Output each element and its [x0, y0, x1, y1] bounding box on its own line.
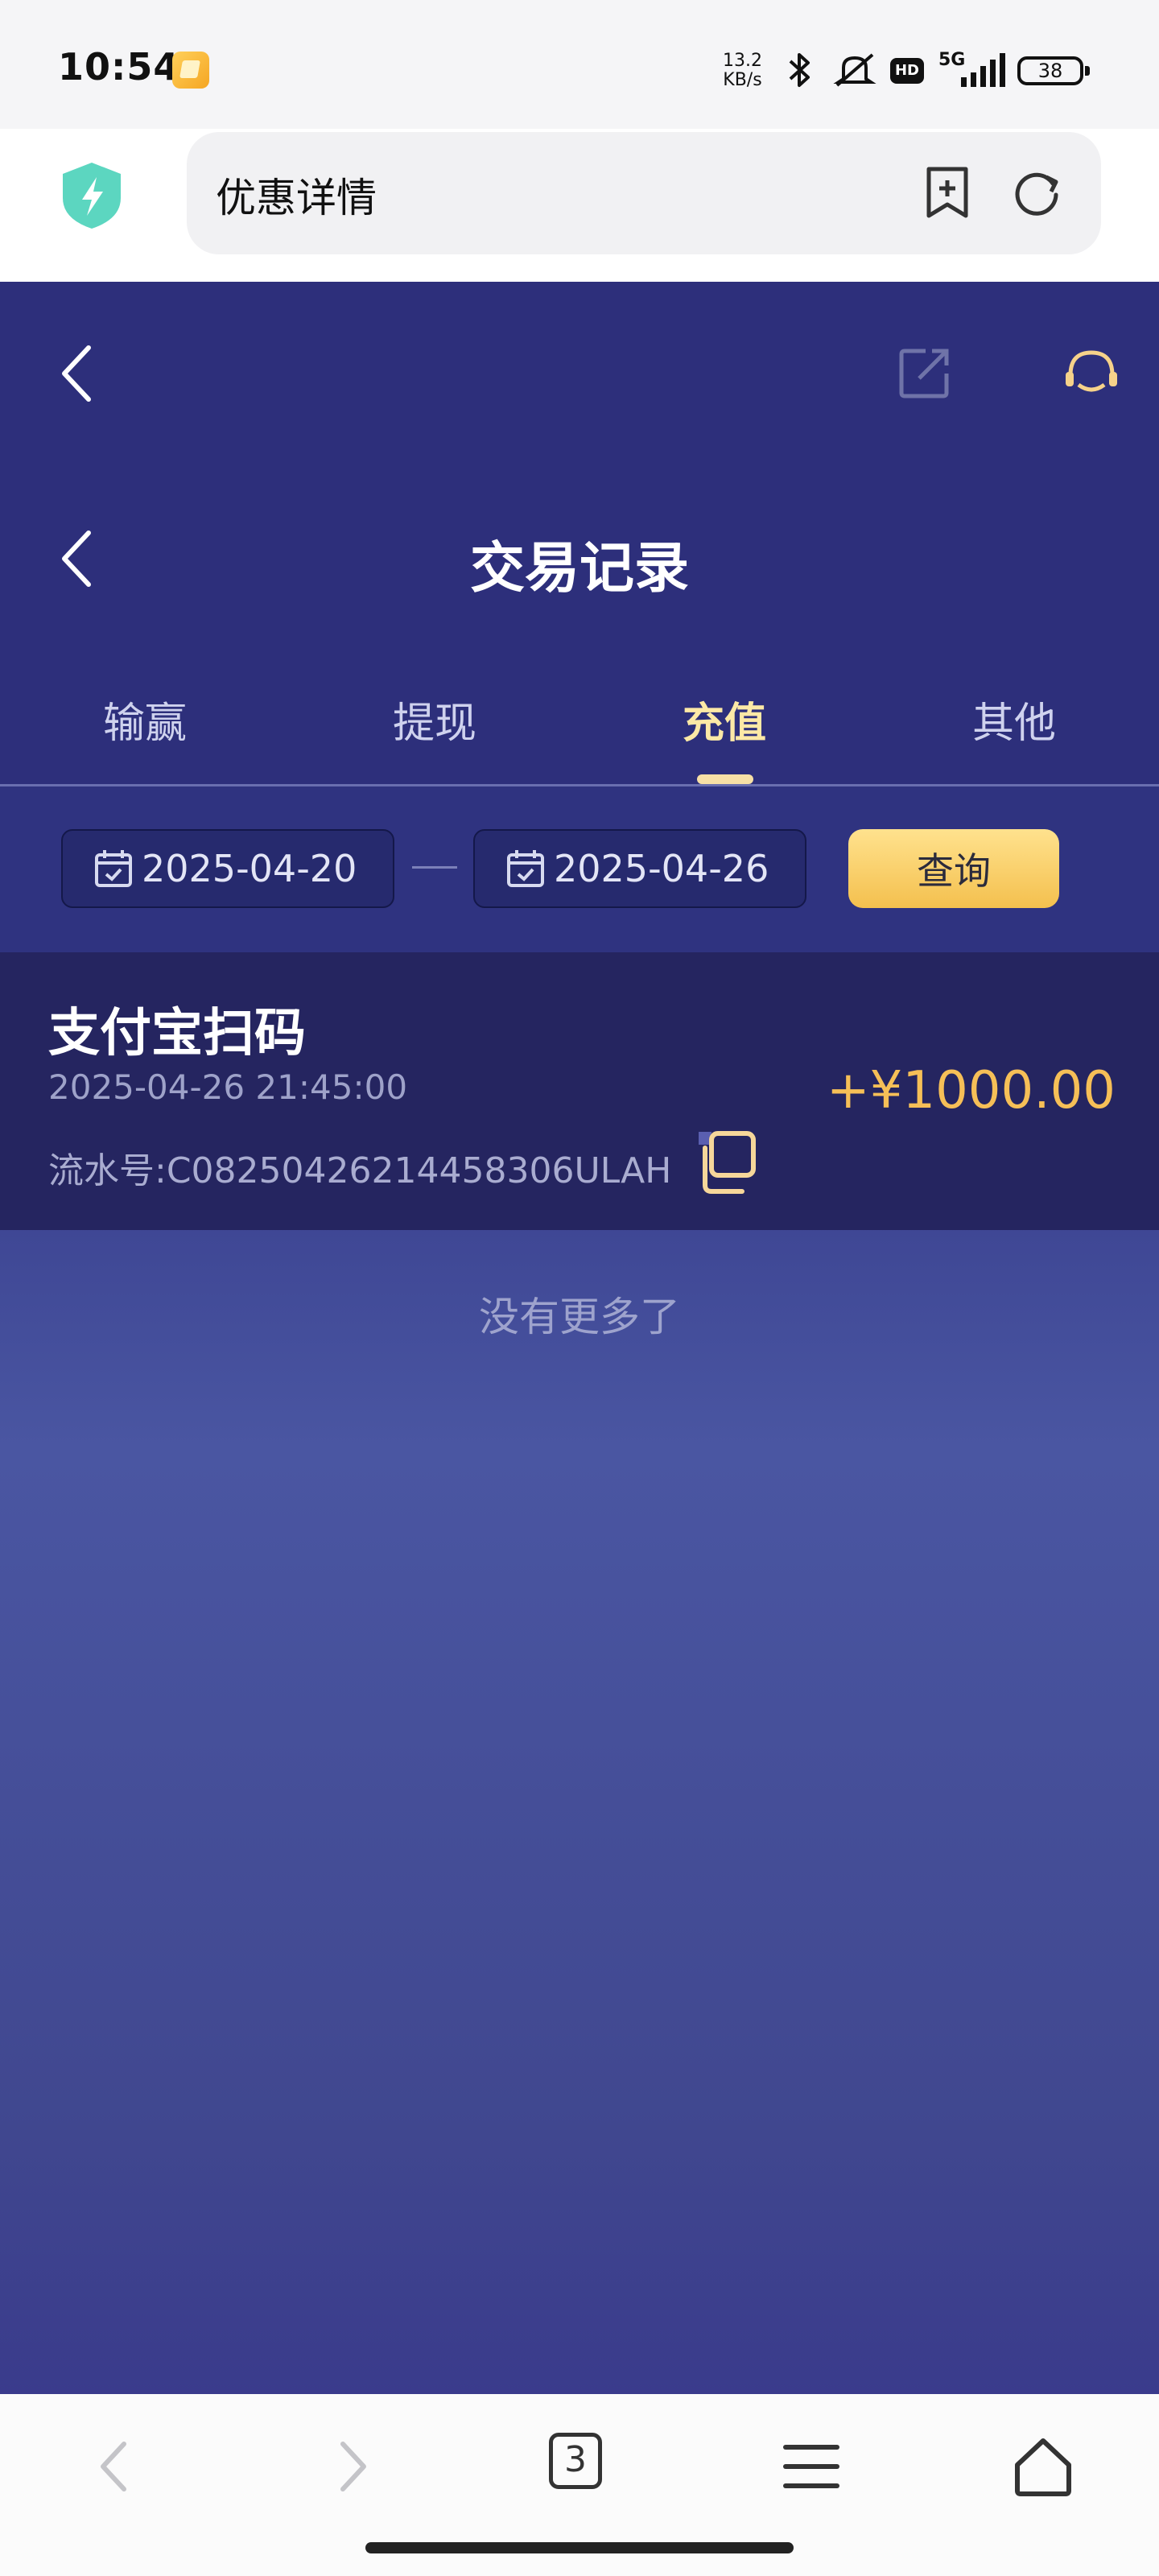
bluetooth-icon: [789, 53, 810, 87]
tab-recharge[interactable]: 充值: [628, 689, 821, 749]
status-time: 10:54: [58, 45, 180, 89]
menu-icon[interactable]: [779, 2434, 843, 2499]
calendar-icon: [507, 850, 544, 887]
browser-back-icon[interactable]: [84, 2434, 148, 2499]
share-icon[interactable]: [897, 345, 953, 401]
record-time: 2025-04-26 21:45:00: [48, 1067, 408, 1107]
customer-service-icon[interactable]: [1061, 343, 1122, 404]
record-title: 支付宝扫码: [48, 1004, 306, 1063]
battery-indicator: 38: [1017, 56, 1090, 85]
shield-icon[interactable]: [58, 159, 126, 232]
query-button[interactable]: 查询: [848, 829, 1059, 908]
tab-other[interactable]: 其他: [918, 689, 1111, 749]
start-date-value[interactable]: 2025-04-20: [142, 847, 357, 890]
mute-bell-icon: [833, 53, 876, 87]
gesture-home-bar[interactable]: [365, 2542, 794, 2553]
network-speed-value: 13.2: [723, 51, 762, 71]
date-range-separator: [412, 866, 457, 869]
tabs-count-button[interactable]: 3: [549, 2433, 602, 2489]
calendar-icon: [95, 850, 132, 887]
reload-icon[interactable]: [1011, 167, 1062, 219]
bookmark-add-icon[interactable]: [922, 164, 972, 221]
active-tab-indicator: [697, 774, 753, 784]
notification-app-icon: [172, 52, 209, 89]
outer-back-icon[interactable]: [56, 343, 97, 404]
copy-icon[interactable]: [694, 1129, 758, 1196]
record-amount: +¥1000.00: [827, 1061, 1116, 1121]
end-date-value[interactable]: 2025-04-26: [554, 847, 769, 890]
network-speed-unit: KB/s: [723, 70, 762, 90]
record-serial: 流水号:C08250426214458306ULAH: [48, 1150, 672, 1191]
signal-icon: [961, 53, 1005, 87]
network-speed: 13.2 KB/s: [723, 52, 762, 90]
browser-page-title[interactable]: 优惠详情: [216, 166, 377, 224]
browser-forward-icon[interactable]: [319, 2434, 383, 2499]
tab-withdraw[interactable]: 提现: [338, 689, 531, 749]
home-icon[interactable]: [1011, 2434, 1075, 2499]
page-title: 交易记录: [469, 537, 689, 601]
no-more-text: 没有更多了: [479, 1294, 680, 1340]
tab-win-loss[interactable]: 输赢: [48, 689, 241, 749]
hd-badge: HD: [890, 58, 924, 84]
